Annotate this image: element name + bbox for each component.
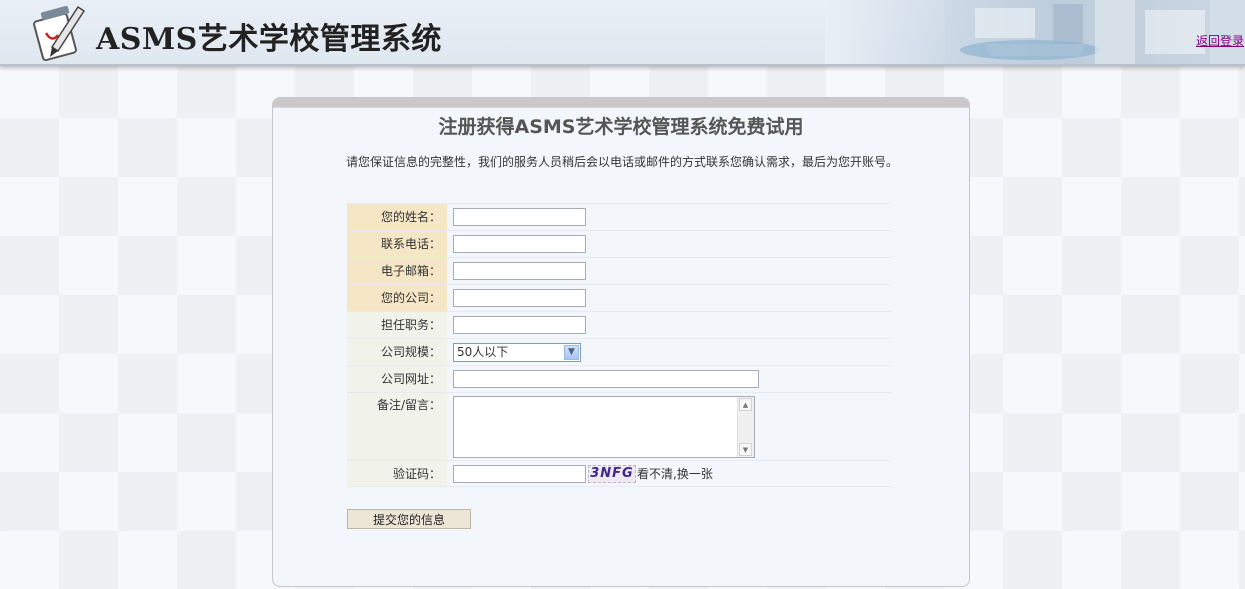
- form-row-remark: 备注/留言： ▲ ▼: [347, 392, 892, 460]
- header-banner: ASMS艺术学校管理系统 返回登录: [0, 0, 1245, 66]
- form-title: 注册获得ASMS艺术学校管理系统免费试用: [438, 116, 804, 138]
- website-label: 公司网址：: [347, 366, 447, 392]
- company-scale-value: 50人以下: [457, 344, 509, 359]
- form-row-captcha: 验证码： 3NFG 看不清,换一张: [347, 460, 892, 487]
- remark-textarea[interactable]: ▲ ▼: [453, 396, 755, 458]
- captcha-image[interactable]: 3NFG: [588, 464, 636, 483]
- remark-scrollbar[interactable]: ▲ ▼: [737, 397, 754, 457]
- form-row-name: 您的姓名：: [347, 203, 892, 230]
- back-to-login-link[interactable]: 返回登录: [1196, 32, 1244, 49]
- submit-button[interactable]: 提交您的信息: [347, 509, 471, 529]
- email-input[interactable]: [453, 262, 586, 280]
- phone-label: 联系电话：: [347, 231, 447, 257]
- position-input[interactable]: [453, 316, 586, 334]
- office-banner-image: [825, 0, 1245, 64]
- name-label: 您的姓名：: [347, 204, 447, 230]
- remark-label: 备注/留言：: [347, 393, 447, 460]
- notepad-pen-icon: [33, 5, 86, 61]
- form-row-scale: 公司规模： 50人以下 ▼: [347, 338, 892, 365]
- form-row-email: 电子邮箱：: [347, 257, 892, 284]
- website-input[interactable]: [453, 370, 759, 388]
- captcha-label: 验证码：: [347, 461, 447, 486]
- office-illustration: [945, 0, 1245, 64]
- phone-input[interactable]: [453, 235, 586, 253]
- scale-label: 公司规模：: [347, 339, 447, 365]
- chevron-down-icon[interactable]: ▼: [564, 344, 579, 360]
- email-label: 电子邮箱：: [347, 258, 447, 284]
- form-row-position: 担任职务：: [347, 311, 892, 338]
- company-input[interactable]: [453, 289, 586, 307]
- registration-panel: 注册获得ASMS艺术学校管理系统免费试用 请您保证信息的完整性，我们的服务人员稍…: [272, 97, 970, 587]
- captcha-input[interactable]: [453, 464, 586, 483]
- company-scale-select[interactable]: 50人以下 ▼: [453, 342, 581, 362]
- scroll-up-icon[interactable]: ▲: [739, 398, 752, 411]
- form-row-phone: 联系电话：: [347, 230, 892, 257]
- panel-top-bar: [273, 98, 969, 108]
- position-label: 担任职务：: [347, 312, 447, 338]
- form-row-company: 您的公司：: [347, 284, 892, 311]
- name-input[interactable]: [453, 208, 586, 226]
- form-row-website: 公司网址：: [347, 365, 892, 392]
- captcha-refresh-link[interactable]: 看不清,换一张: [637, 465, 713, 482]
- form-intro: 请您保证信息的完整性，我们的服务人员稍后会以电话或邮件的方式联系您确认需求，最后…: [346, 155, 899, 169]
- app-title: ASMS艺术学校管理系统: [96, 22, 442, 57]
- scroll-down-icon[interactable]: ▼: [739, 443, 752, 456]
- company-label: 您的公司：: [347, 285, 447, 311]
- registration-form: 您的姓名： 联系电话： 电子邮箱： 您的公司： 担任职务： 公司规模： 50人以…: [347, 203, 892, 487]
